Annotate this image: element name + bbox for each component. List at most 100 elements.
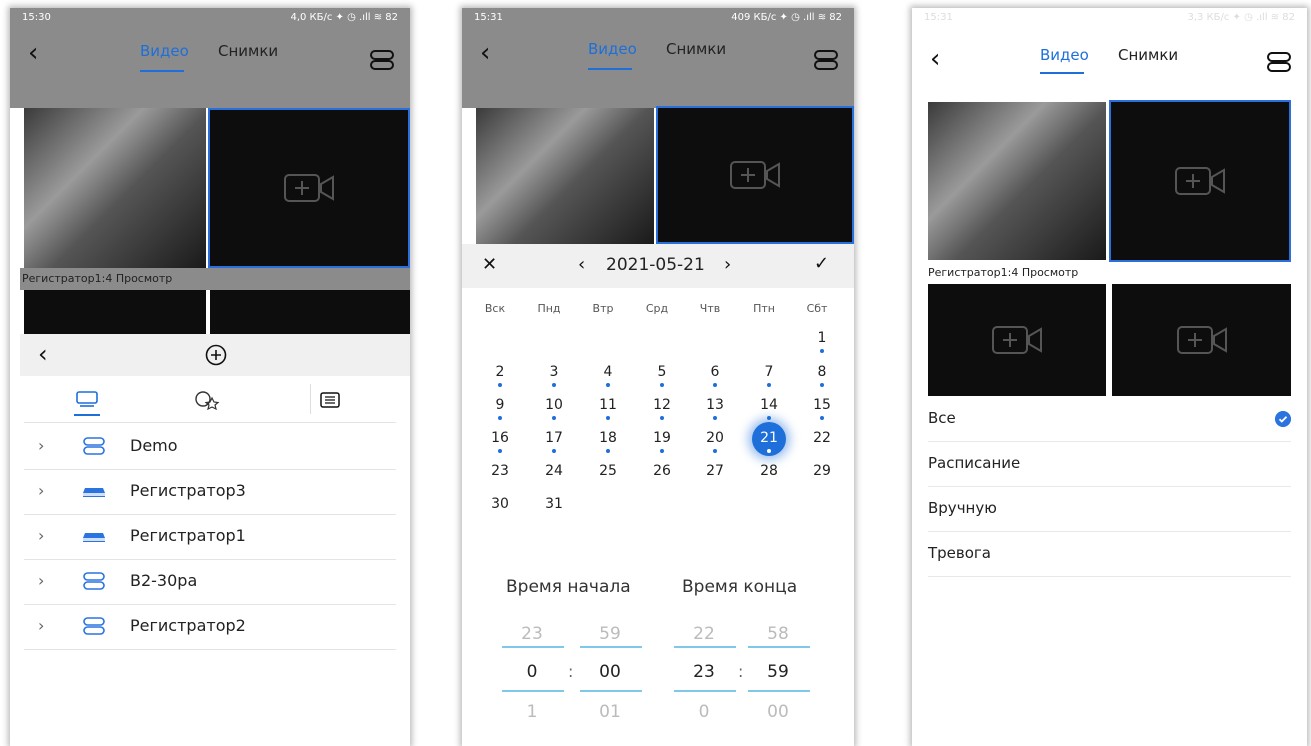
camera-preview-tile[interactable] [24,108,206,268]
camera-tile[interactable] [928,284,1106,396]
add-camera-icon[interactable] [1174,166,1226,196]
server-icon [83,572,105,590]
camera-tile[interactable] [24,290,206,334]
calendar-day[interactable]: 2 [485,364,515,380]
empty-channel-tile[interactable] [1109,100,1291,262]
calendar-day[interactable]: 27 [700,463,730,479]
calendar-day[interactable]: 20 [700,430,730,446]
calendar-day[interactable]: 23 [485,463,515,479]
start-hour-prev: 23 [521,624,543,644]
phone-screen-device-list: 15:30 4,0 КБ/с ✦ ◷ .ıll ≋ 82 ‹ Видео Сни… [10,8,410,746]
tab-snapshots[interactable]: Снимки [1118,46,1178,64]
calendar-day[interactable]: 28 [754,463,784,479]
device-tab-icon[interactable] [76,390,98,410]
prev-month-button[interactable]: ‹ [578,254,585,275]
calendar-day[interactable]: 24 [539,463,569,479]
add-camera-icon[interactable] [991,325,1043,355]
device-list-icon[interactable] [814,50,838,70]
device-name: Регистратор1 [130,526,246,545]
list-view-icon[interactable] [320,392,340,408]
calendar-day[interactable]: 5 [647,364,677,380]
chevron-right-icon[interactable]: › [38,481,44,500]
camera-tile[interactable] [210,290,410,334]
end-hour-picker[interactable]: 23 [674,662,734,682]
status-indicators: 4,0 КБ/с ✦ ◷ .ıll ≋ 82 [290,12,398,23]
add-camera-icon[interactable] [283,173,335,203]
confirm-icon[interactable]: ✓ [814,253,829,274]
calendar-day[interactable]: 11 [593,397,623,413]
filter-option-alarm[interactable]: Тревога [928,532,1291,577]
device-name: B2-30pa [130,571,198,590]
calendar-day[interactable]: 29 [807,463,837,479]
calendar-day[interactable]: 7 [754,364,784,380]
back-button[interactable]: ‹ [480,38,490,68]
calendar-day[interactable]: 14 [754,397,784,413]
calendar-day[interactable]: 21 [754,430,784,446]
tab-snapshots[interactable]: Снимки [218,42,278,60]
calendar-day[interactable]: 16 [485,430,515,446]
favorites-tab-icon[interactable] [194,390,220,410]
chevron-right-icon[interactable]: › [38,571,44,590]
next-month-button[interactable]: › [724,254,731,275]
list-item[interactable]: › Регистратор3 [24,469,396,515]
list-item[interactable]: › Регистратор1 [24,514,396,560]
device-list-icon[interactable] [1267,52,1291,72]
calendar-day[interactable]: 10 [539,397,569,413]
filter-option-manual[interactable]: Вручную [928,487,1291,532]
camera-tile[interactable] [1112,284,1291,396]
add-icon[interactable] [205,344,227,366]
calendar-day[interactable]: 6 [700,364,730,380]
calendar-day[interactable]: 30 [485,496,515,512]
back-button[interactable]: ‹ [930,44,940,74]
camera-preview-tile[interactable] [476,108,654,244]
prev-button[interactable]: ‹ [38,340,48,368]
calendar-day[interactable]: 26 [647,463,677,479]
device-name: Регистратор3 [130,481,246,500]
add-camera-icon[interactable] [729,160,781,190]
record-indicator-dot [606,416,610,420]
record-indicator-dot [820,416,824,420]
list-item[interactable]: › Регистратор2 [24,604,396,650]
empty-channel-tile[interactable] [656,106,854,244]
calendar-day[interactable]: 17 [539,430,569,446]
tab-snapshots[interactable]: Снимки [666,40,726,58]
calendar-day[interactable]: 13 [700,397,730,413]
calendar-day[interactable]: 15 [807,397,837,413]
record-indicator-dot [713,449,717,453]
calendar-day[interactable]: 31 [539,496,569,512]
chevron-right-icon[interactable]: › [38,526,44,545]
tab-video[interactable]: Видео [1040,46,1089,64]
add-camera-icon[interactable] [1176,325,1228,355]
calendar-day[interactable]: 3 [539,364,569,380]
device-list-icon[interactable] [370,50,394,70]
start-hour-picker[interactable]: 0 [502,662,562,682]
calendar-day[interactable]: 19 [647,430,677,446]
calendar-day[interactable]: 18 [593,430,623,446]
chevron-right-icon[interactable]: › [38,436,44,455]
empty-channel-tile[interactable] [208,108,410,268]
list-item[interactable]: › B2-30pa [24,559,396,605]
top-bar: ‹ Видео Снимки [462,28,854,108]
list-item[interactable]: › Demo [24,424,396,470]
back-button[interactable]: ‹ [28,38,38,68]
calendar-day[interactable]: 1 [807,330,837,346]
calendar-day[interactable]: 12 [647,397,677,413]
calendar-day[interactable]: 9 [485,397,515,413]
record-indicator-dot [713,416,717,420]
calendar-day[interactable]: 8 [807,364,837,380]
chevron-right-icon[interactable]: › [38,616,44,635]
start-minute-picker[interactable]: 00 [580,662,640,682]
calendar-day[interactable]: 25 [593,463,623,479]
close-icon[interactable]: ✕ [482,254,497,275]
record-indicator-dot [552,416,556,420]
tab-video[interactable]: Видео [140,42,189,60]
camera-preview-tile[interactable] [928,102,1106,260]
calendar-day[interactable]: 4 [593,364,623,380]
filter-option-schedule[interactable]: Расписание [928,442,1291,487]
dvr-icon [83,488,105,497]
calendar-day[interactable]: 22 [807,430,837,446]
filter-label: Все [928,409,956,427]
end-minute-picker[interactable]: 59 [748,662,808,682]
tab-video[interactable]: Видео [588,40,637,58]
filter-option-all[interactable]: Все [928,397,1291,442]
